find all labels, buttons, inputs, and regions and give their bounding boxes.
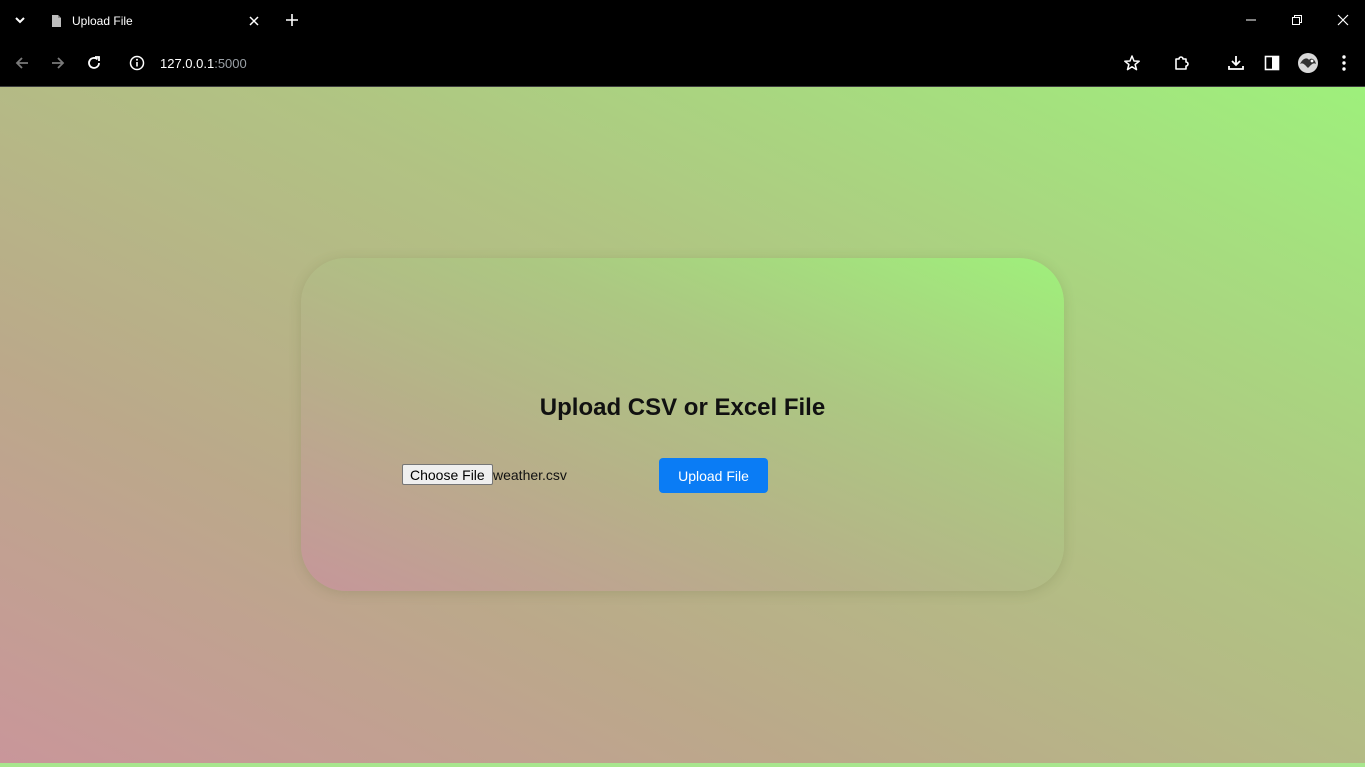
new-tab-button[interactable]: [280, 8, 304, 32]
browser-toolbar: 127.0.0.1:5000: [0, 41, 1365, 86]
side-panel-icon: [1264, 55, 1280, 71]
restore-icon: [1292, 15, 1302, 25]
puzzle-icon: [1175, 56, 1189, 70]
info-icon[interactable]: [123, 49, 151, 77]
choose-file-button[interactable]: Choose File: [402, 464, 493, 485]
reload-button[interactable]: [80, 49, 108, 77]
forward-button[interactable]: [44, 49, 72, 77]
back-button[interactable]: [8, 49, 36, 77]
browser-tab[interactable]: Upload File: [38, 4, 270, 38]
extensions-button[interactable]: [1168, 49, 1196, 77]
tab-strip: Upload File: [0, 0, 1365, 41]
minimize-icon: [1246, 19, 1256, 21]
tab-search-button[interactable]: [8, 8, 32, 32]
close-tab-button[interactable]: [244, 11, 264, 31]
tab-title: Upload File: [72, 14, 133, 28]
avatar: [1298, 53, 1318, 73]
restore-button[interactable]: [1274, 0, 1320, 40]
selected-file-name: weather.csv: [493, 467, 567, 483]
download-icon: [1228, 56, 1244, 70]
reload-icon: [88, 56, 100, 69]
close-icon: [249, 16, 259, 26]
close-window-button[interactable]: [1320, 0, 1365, 40]
url-host: 127.0.0.1: [160, 55, 215, 71]
downloads-button[interactable]: [1222, 49, 1250, 77]
page-viewport: Upload CSV or Excel File Choose File wea…: [0, 87, 1365, 763]
chevron-down-icon: [15, 17, 25, 24]
arrow-right-icon: [52, 57, 65, 69]
plus-icon: [286, 14, 298, 26]
menu-button[interactable]: [1330, 49, 1358, 77]
side-panel-button[interactable]: [1258, 49, 1286, 77]
profile-button[interactable]: [1294, 49, 1322, 77]
close-icon: [1337, 14, 1349, 26]
page-title: Upload CSV or Excel File: [539, 394, 826, 421]
arrow-left-icon: [15, 57, 28, 69]
more-vert-icon: [1342, 55, 1346, 71]
url-text: 127.0.0.1:5000: [160, 56, 247, 71]
minimize-button[interactable]: [1228, 0, 1274, 40]
bookmark-button[interactable]: [1118, 49, 1146, 77]
bottom-edge: [0, 763, 1365, 767]
address-bar[interactable]: 127.0.0.1:5000: [120, 46, 1110, 80]
star-icon: [1124, 55, 1140, 71]
upload-card: Upload CSV or Excel File Choose File wea…: [301, 258, 1064, 591]
upload-file-button[interactable]: Upload File: [659, 458, 768, 493]
url-port: :5000: [214, 55, 247, 71]
document-icon: [50, 14, 62, 28]
